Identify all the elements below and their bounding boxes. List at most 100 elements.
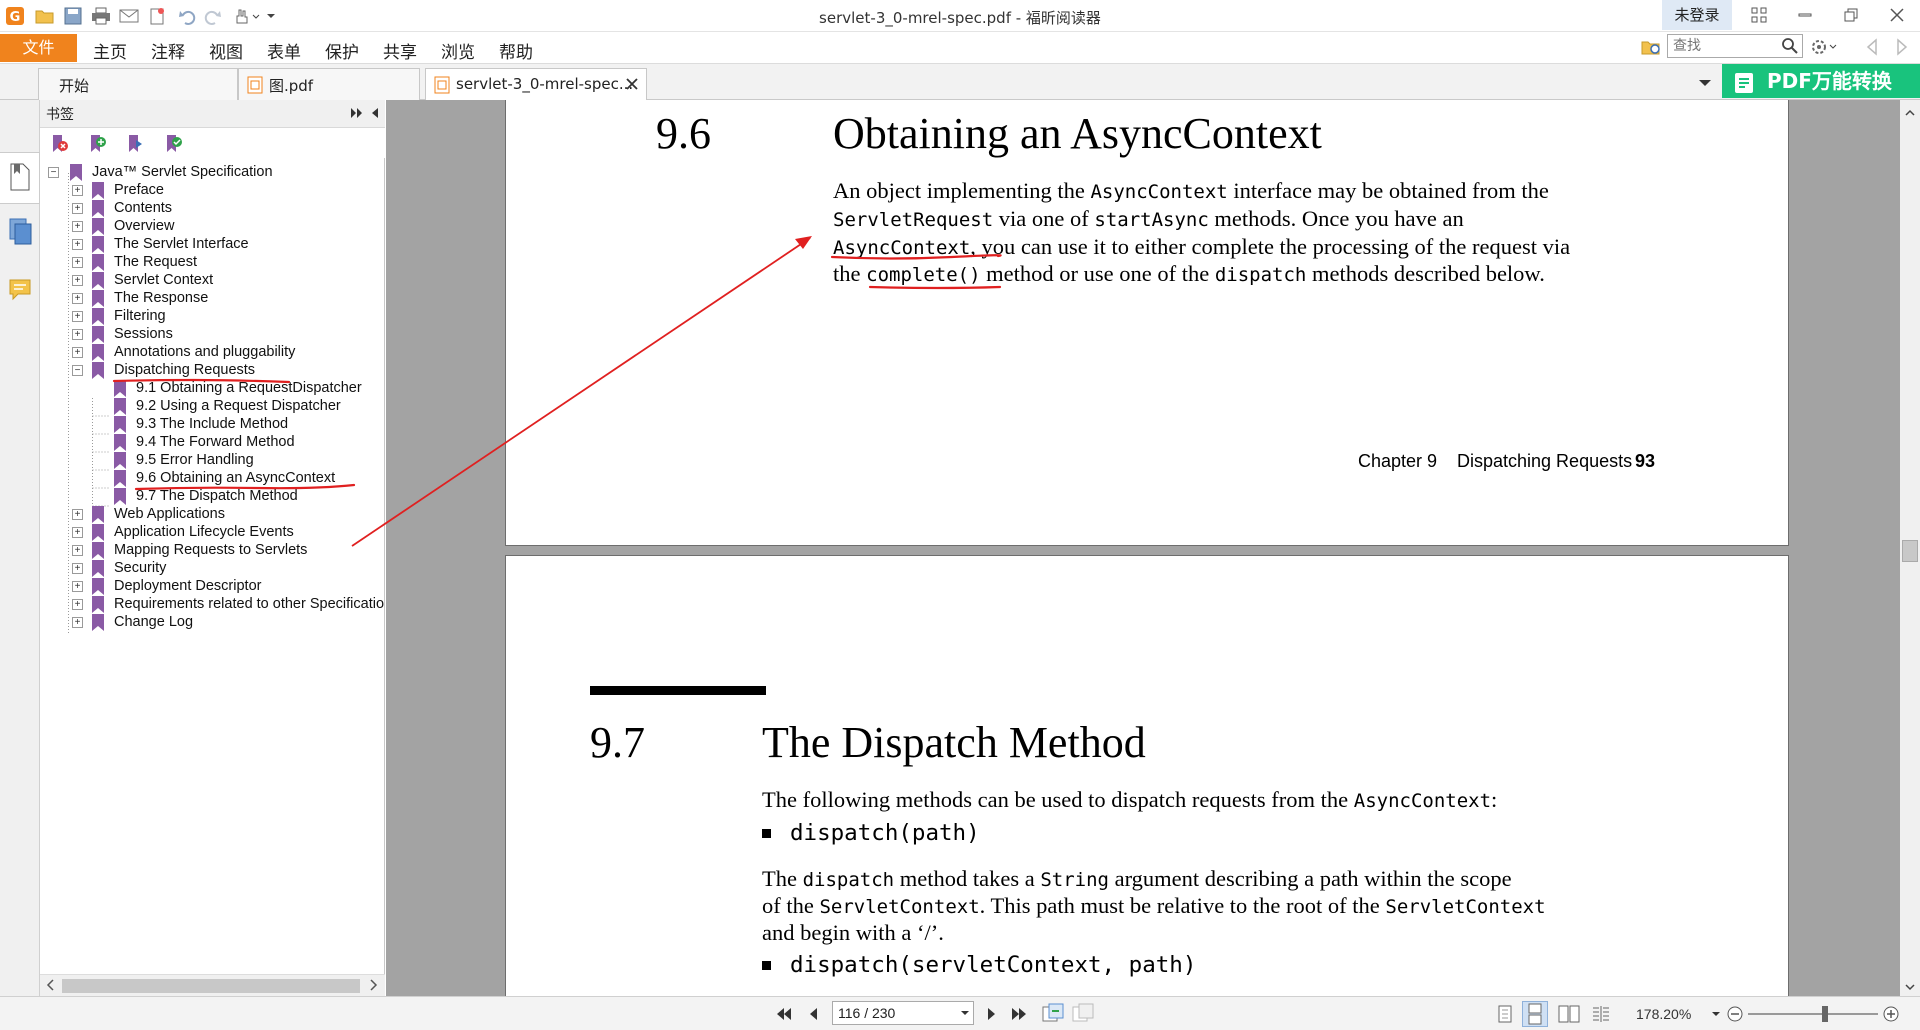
zoom-out-icon[interactable] [1726, 1005, 1744, 1027]
minimize-button[interactable] [1782, 0, 1828, 30]
bookmark-panel-title: 书签 [46, 107, 74, 123]
bookmark-panel-toggle[interactable] [0, 152, 40, 204]
text-run: : [1491, 787, 1498, 812]
last-page-icon[interactable] [1010, 1006, 1028, 1026]
menu-browse[interactable]: 浏览 [441, 38, 475, 63]
nav-back-icon[interactable] [1864, 37, 1880, 61]
bookmark-panel-header: 书签 [40, 100, 385, 128]
convert-icon [1734, 70, 1758, 104]
bookmark-properties-icon[interactable] [164, 134, 184, 158]
tab-list-dropdown-icon[interactable] [1698, 76, 1712, 92]
zoom-level[interactable]: 178.20% [1636, 1006, 1691, 1022]
search-input[interactable] [1668, 35, 1776, 57]
text-run: methods described below. [1306, 261, 1545, 286]
document-tab-bar: 开始 图.pdf servlet-3_0-mrel-spec... [0, 64, 1920, 101]
scroll-thumb[interactable] [62, 979, 360, 993]
login-button[interactable]: 未登录 [1662, 0, 1732, 30]
bookmark-panel: 书签 − Java™ Servlet Specification + Prefa… [40, 100, 385, 996]
next-page-icon[interactable] [985, 1006, 997, 1026]
page-thumbnails-icon[interactable] [9, 218, 33, 250]
search-icon[interactable] [1781, 37, 1799, 59]
page-footer-title: Dispatching Requests [1457, 451, 1633, 471]
pdf-convert-label: PDF万能转换 [1767, 69, 1892, 93]
scroll-up-icon[interactable] [1905, 106, 1915, 122]
text-run: An object implementing the [833, 178, 1091, 203]
comments-panel-icon[interactable] [9, 278, 33, 308]
scroll-down-icon[interactable] [1905, 980, 1915, 996]
restore-button[interactable] [1828, 0, 1874, 30]
code-run: AsyncContext [1353, 790, 1492, 812]
tab-label: 开始 [59, 77, 90, 95]
section-heading: The Dispatch Method [762, 718, 1146, 767]
zoom-slider-track[interactable] [1748, 1013, 1878, 1015]
text-run: argument describing a path within the sc… [1108, 866, 1512, 891]
menu-comment[interactable]: 注释 [151, 38, 185, 63]
expand-bookmark-icon[interactable] [126, 134, 146, 158]
section-heading: Obtaining an AsyncContext [833, 109, 1322, 158]
page-indicator: 116 / 230 [838, 1005, 896, 1021]
page-dropdown-icon[interactable] [961, 1002, 969, 1030]
text-run: method takes a [894, 866, 1041, 891]
save-icon[interactable] [62, 5, 84, 27]
layout-grid-icon[interactable] [1736, 0, 1782, 30]
facing-view-icon[interactable] [1558, 1005, 1580, 1027]
app-logo-icon[interactable]: G [4, 5, 26, 27]
previous-page-icon[interactable] [808, 1006, 820, 1026]
scroll-left-icon[interactable] [46, 978, 56, 995]
zoom-dropdown-icon[interactable] [1712, 1006, 1720, 1026]
close-window-button[interactable] [1874, 0, 1920, 30]
scroll-thumb[interactable] [1902, 540, 1918, 562]
email-icon[interactable] [118, 5, 140, 27]
hand-tool-dropdown-icon[interactable] [232, 5, 262, 27]
quick-access-chevron-icon[interactable] [264, 5, 278, 27]
bookmark-horizontal-scrollbar[interactable] [40, 974, 385, 996]
find-folder-icon[interactable] [1641, 37, 1663, 61]
open-folder-icon[interactable] [34, 5, 56, 27]
continuous-view-icon[interactable] [1522, 1001, 1548, 1027]
menu-share[interactable]: 共享 [383, 38, 417, 63]
undo-icon[interactable] [176, 5, 198, 27]
zoom-slider-thumb[interactable] [1822, 1006, 1828, 1022]
search-field[interactable] [1667, 34, 1803, 58]
file-menu[interactable]: 文件 [0, 34, 77, 62]
first-page-icon[interactable] [775, 1006, 793, 1026]
text-run: of the [762, 893, 820, 918]
settings-gear-icon[interactable] [1810, 37, 1840, 61]
scroll-right-icon[interactable] [368, 978, 378, 996]
page-footer-number: 93 [1635, 451, 1656, 471]
nav-forward-icon[interactable] [1894, 37, 1910, 61]
close-tab-icon[interactable] [626, 76, 638, 94]
tab-figure-pdf[interactable]: 图.pdf [238, 68, 420, 100]
document-viewer[interactable]: 9.6 Obtaining an AsyncContext An object … [386, 100, 1900, 996]
new-document-icon[interactable] [146, 5, 168, 27]
section-number: 9.6 [656, 109, 711, 158]
menu-protect[interactable]: 保护 [325, 38, 359, 63]
bullet-square [762, 961, 771, 970]
code-run: ServletContext [819, 896, 980, 918]
menu-home[interactable]: 主页 [93, 38, 127, 63]
collapse-panel-icon[interactable] [370, 107, 380, 123]
continuous-facing-view-icon[interactable] [1590, 1005, 1612, 1027]
add-bookmark-icon[interactable] [88, 134, 108, 158]
expand-panel-icon[interactable] [350, 107, 364, 123]
code-run: AsyncContext [1090, 181, 1228, 203]
vertical-scrollbar[interactable] [1900, 100, 1920, 996]
print-icon[interactable] [90, 5, 112, 27]
redo-icon[interactable] [202, 5, 224, 27]
pdf-convert-button[interactable]: PDF万能转换 [1722, 64, 1920, 98]
bullet-square [762, 829, 771, 838]
menu-form[interactable]: 表单 [267, 38, 301, 63]
previous-view-icon[interactable] [1042, 1003, 1064, 1027]
next-view-icon[interactable] [1072, 1003, 1094, 1027]
paragraph-line: and begin with a ‘/’. [762, 920, 944, 945]
tab-servlet-spec[interactable]: servlet-3_0-mrel-spec... [425, 68, 647, 101]
page-number-field[interactable]: 116 / 230 [832, 1001, 974, 1025]
menu-view[interactable]: 视图 [209, 38, 243, 63]
delete-bookmark-icon[interactable] [50, 134, 70, 158]
text-run: The following methods can be used to dis… [762, 787, 1354, 812]
tab-start[interactable]: 开始 [38, 68, 238, 100]
menu-help[interactable]: 帮助 [499, 38, 533, 63]
single-page-view-icon[interactable] [1497, 1005, 1513, 1027]
zoom-in-icon[interactable] [1882, 1005, 1900, 1027]
status-bar: 116 / 230 178.20% [0, 996, 1920, 1030]
